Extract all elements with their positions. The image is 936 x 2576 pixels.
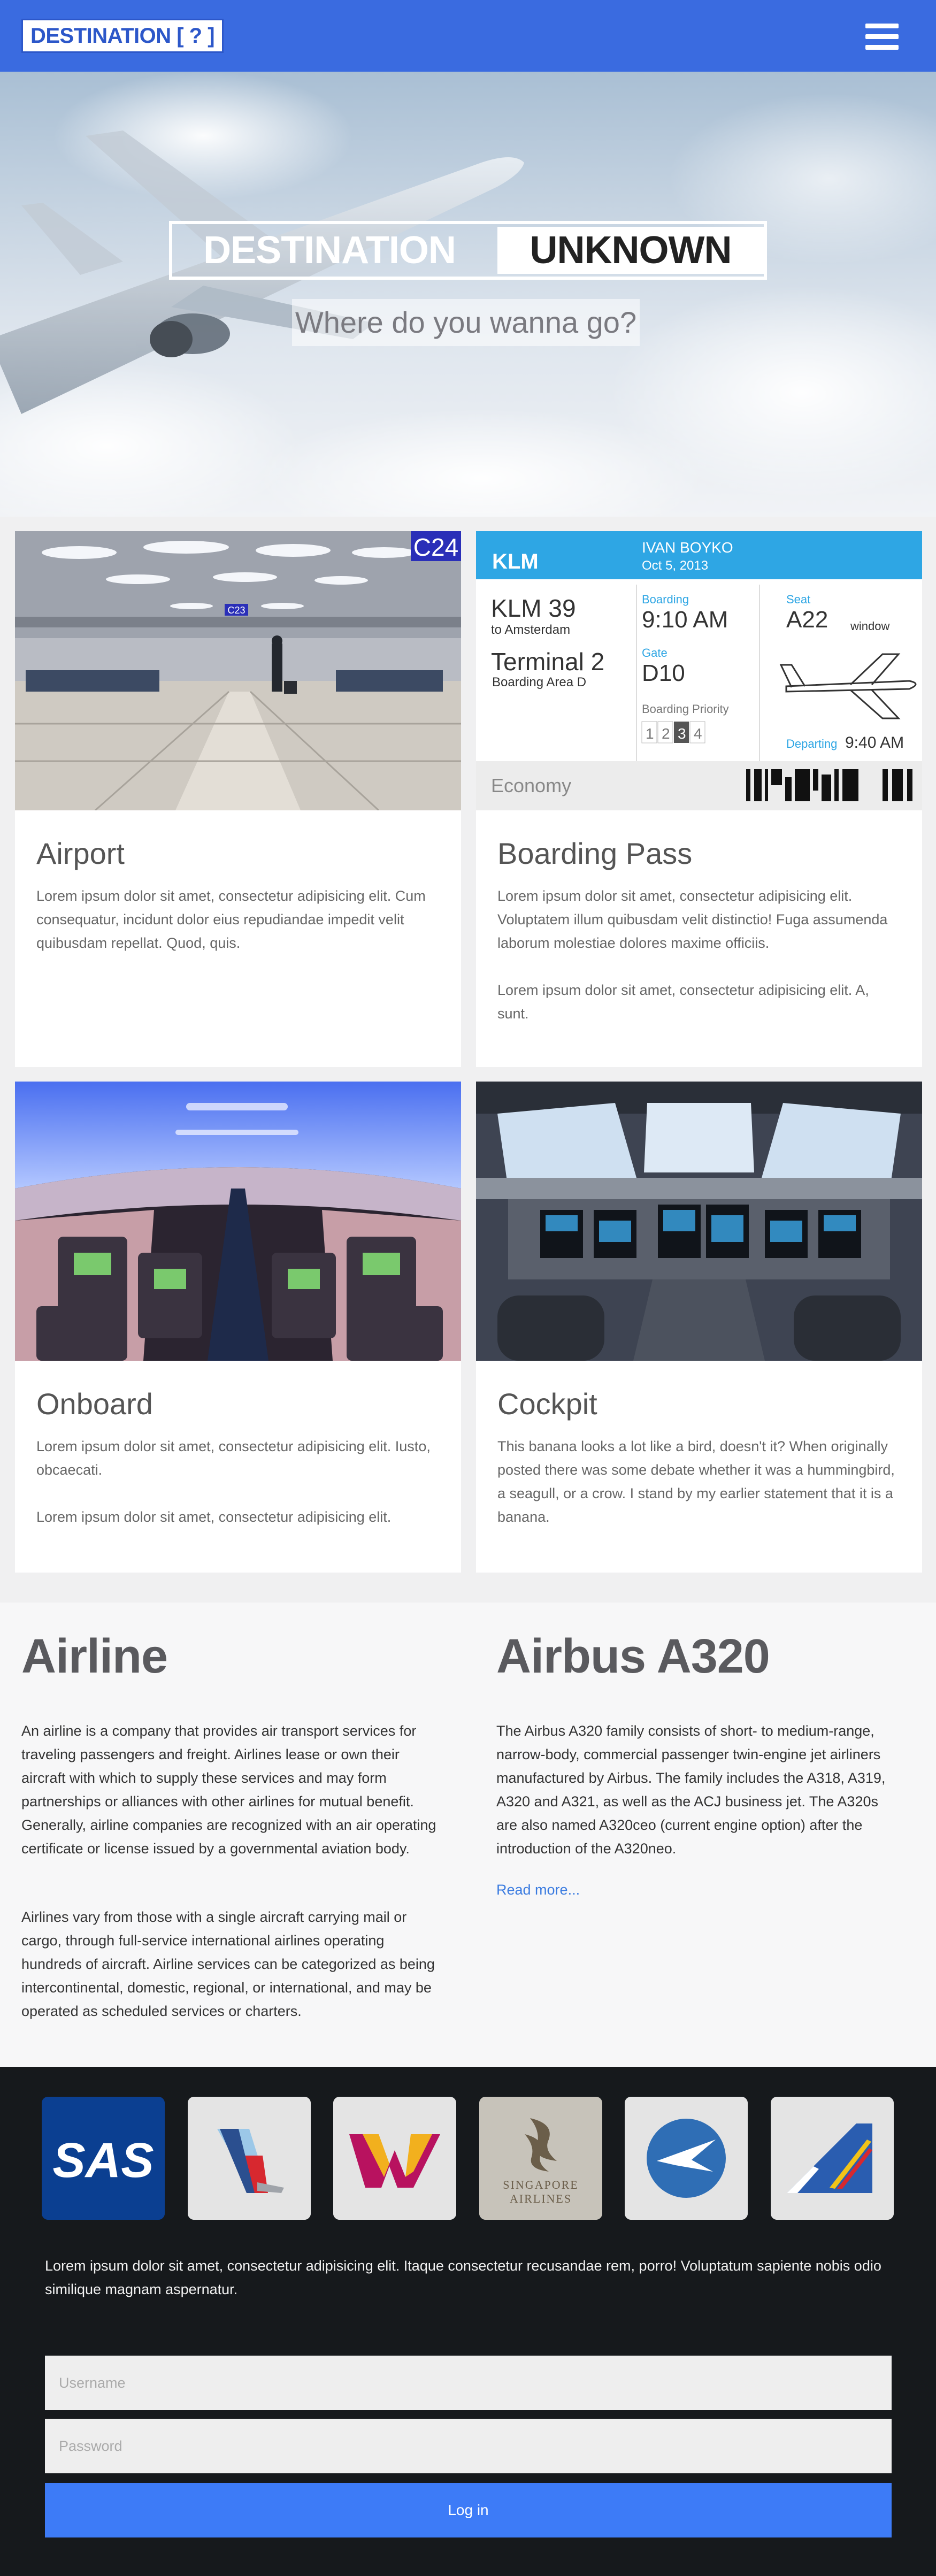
gate-sign-c24: C24 — [413, 533, 458, 561]
airline-paragraph: An airline is a company that provides ai… — [21, 1723, 436, 1857]
hero-title-unknown: UNKNOWN — [497, 227, 764, 274]
card-airport[interactable]: C24 C23 Airport Lorem ipsum dolor sit am… — [15, 531, 461, 1067]
password-field[interactable] — [45, 2419, 892, 2473]
svg-text:SINGAPORE: SINGAPORE — [503, 2178, 578, 2191]
svg-text:SAS: SAS — [52, 2133, 154, 2188]
card-text: Lorem ipsum dolor sit amet, consectetur … — [36, 888, 426, 951]
cockpit-image — [476, 1082, 922, 1361]
germanwings-logo[interactable] — [333, 2097, 456, 2220]
singapore-airlines-logo[interactable]: SINGAPORE AIRLINES — [479, 2097, 602, 2220]
card-text: Lorem ipsum dolor sit amet, consectetur … — [497, 888, 888, 951]
card-cockpit[interactable]: Cockpit This banana looks a lot like a b… — [476, 1082, 922, 1573]
hero-banner: DESTINATION UNKNOWN Where do you wanna g… — [0, 72, 936, 517]
airline-heading: Airline — [21, 1630, 168, 1683]
svg-text:Boarding: Boarding — [642, 593, 689, 606]
svg-text:2: 2 — [662, 725, 670, 742]
passenger-name: IVAN BOYKO — [642, 539, 733, 556]
footer-text: Lorem ipsum dolor sit amet, consectetur … — [45, 2258, 881, 2297]
svg-text:Terminal 2: Terminal 2 — [491, 648, 604, 676]
username-field[interactable] — [45, 2356, 892, 2410]
card-boarding-pass[interactable]: KLM IVAN BOYKO Oct 5, 2013 KLM 39 to Ams… — [476, 531, 922, 1067]
svg-text:A22: A22 — [786, 607, 828, 633]
card-text: This banana looks a lot like a bird, doe… — [497, 1438, 895, 1525]
svg-text:9:40 AM: 9:40 AM — [845, 734, 904, 752]
svg-text:9:10 AM: 9:10 AM — [642, 607, 728, 633]
footer: SAS SINGAPORE AIRLINES Lorem ipsum dolor… — [0, 2067, 936, 2576]
svg-text:AIRLINES: AIRLINES — [510, 2192, 572, 2205]
svg-text:to Amsterdam: to Amsterdam — [491, 623, 570, 637]
read-more-link[interactable]: Read more... — [496, 1882, 580, 1898]
tail-airline-logo[interactable] — [771, 2097, 894, 2220]
boarding-pass-image: KLM IVAN BOYKO Oct 5, 2013 KLM 39 to Ams… — [476, 531, 922, 810]
sas-logo[interactable]: SAS — [42, 2097, 165, 2220]
airbus-heading: Airbus A320 — [496, 1630, 770, 1683]
svg-text:4: 4 — [694, 725, 702, 742]
svg-text:D10: D10 — [642, 660, 685, 686]
american-airlines-logo[interactable] — [188, 2097, 311, 2220]
hero-title-destination: DESTINATION — [203, 229, 456, 272]
svg-text:Boarding Priority: Boarding Priority — [642, 702, 729, 716]
svg-text:Boarding Area D: Boarding Area D — [492, 675, 586, 689]
card-title: Airport — [36, 837, 125, 870]
svg-text:Gate: Gate — [642, 646, 668, 660]
card-text: Lorem ipsum dolor sit amet, consectetur … — [36, 1438, 431, 1478]
site-logo[interactable]: DESTINATION [ ? ] — [21, 19, 224, 53]
card-title: Boarding Pass — [497, 837, 693, 870]
hero-subtitle: Where do you wanna go? — [292, 299, 640, 346]
onboard-image — [15, 1082, 461, 1361]
svg-text:window: window — [850, 619, 889, 633]
svg-text:1: 1 — [646, 725, 654, 742]
login-button[interactable]: Log in — [45, 2483, 892, 2537]
gate-sign-c23: C23 — [227, 605, 245, 616]
card-title: Onboard — [36, 1387, 153, 1421]
card-text: Lorem ipsum dolor sit amet, consectetur … — [36, 1509, 392, 1525]
airbus-paragraph: The Airbus A320 family consists of short… — [496, 1723, 886, 1857]
hamburger-icon[interactable] — [865, 24, 899, 50]
card-text: Lorem ipsum dolor sit amet, consectetur … — [497, 982, 869, 1022]
svg-text:3: 3 — [678, 725, 686, 742]
svg-text:Seat: Seat — [786, 593, 810, 606]
card-title: Cockpit — [497, 1387, 597, 1421]
svg-text:Departing: Departing — [786, 737, 837, 750]
card-onboard[interactable]: Onboard Lorem ipsum dolor sit amet, cons… — [15, 1082, 461, 1573]
flight-date: Oct 5, 2013 — [642, 558, 708, 573]
hero-airplane-background — [0, 72, 936, 517]
bird-airline-logo[interactable] — [625, 2097, 748, 2220]
svg-text:Economy: Economy — [491, 775, 571, 796]
svg-text:KLM 39: KLM 39 — [491, 594, 576, 622]
info-section: Airline An airline is a company that pro… — [0, 1603, 936, 2067]
top-navbar: DESTINATION [ ? ] — [0, 0, 936, 72]
airport-image: C24 C23 — [15, 531, 461, 810]
airline-paragraph: Airlines vary from those with a single a… — [21, 1909, 435, 2019]
klm-logo: KLM — [492, 550, 539, 573]
